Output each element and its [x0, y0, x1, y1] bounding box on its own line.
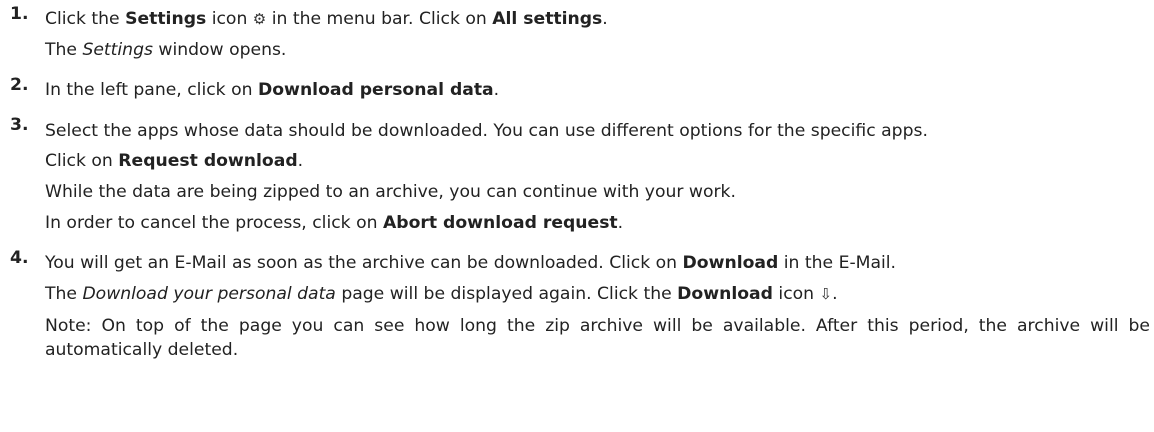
- step-line: Select the apps whose data should be dow…: [45, 121, 928, 141]
- step-2: 2. In the left pane, click on Download pe…: [0, 75, 1154, 106]
- step-line: Click on Request download.: [45, 151, 304, 171]
- step-line: Note: On top of the page you can see how…: [45, 316, 1150, 360]
- ui-term: All settings: [492, 9, 603, 29]
- step-line: The Settings window opens.: [45, 40, 287, 60]
- ui-term: Abort download request: [382, 213, 618, 233]
- download-icon: ⇩: [819, 285, 833, 303]
- ui-term: Download: [677, 284, 773, 304]
- settings-icon: ⚙: [252, 10, 267, 28]
- step-number: 2.: [10, 75, 29, 95]
- instruction-steps: 1. Click the Settings icon ⚙ in the menu …: [0, 0, 1154, 365]
- step-number: 4.: [10, 248, 29, 268]
- ui-term: Download: [682, 253, 779, 273]
- step-line: In order to cancel the process, click on…: [45, 213, 624, 233]
- page-name: Settings: [82, 40, 153, 60]
- step-line: Click the Settings icon ⚙ in the menu ba…: [45, 4, 1150, 35]
- ui-term: Download personal data: [257, 80, 494, 100]
- step-line: In the left pane, click on Download pers…: [45, 80, 500, 100]
- step-number: 3.: [10, 115, 29, 135]
- step-1: 1. Click the Settings icon ⚙ in the menu …: [0, 4, 1154, 66]
- step-3: 3. Select the apps whose data should be d…: [0, 115, 1154, 239]
- step-line: While the data are being zipped to an ar…: [45, 182, 736, 202]
- ui-term: Request download: [118, 151, 298, 171]
- ui-term: Settings: [125, 9, 207, 29]
- step-line: The Download your personal data page wil…: [45, 279, 1150, 310]
- page-name: Download your personal data: [82, 284, 336, 304]
- step-number: 1.: [10, 4, 29, 24]
- step-4: 4. You will get an E-Mail as soon as the …: [0, 248, 1154, 365]
- step-line: You will get an E-Mail as soon as the ar…: [45, 253, 897, 273]
